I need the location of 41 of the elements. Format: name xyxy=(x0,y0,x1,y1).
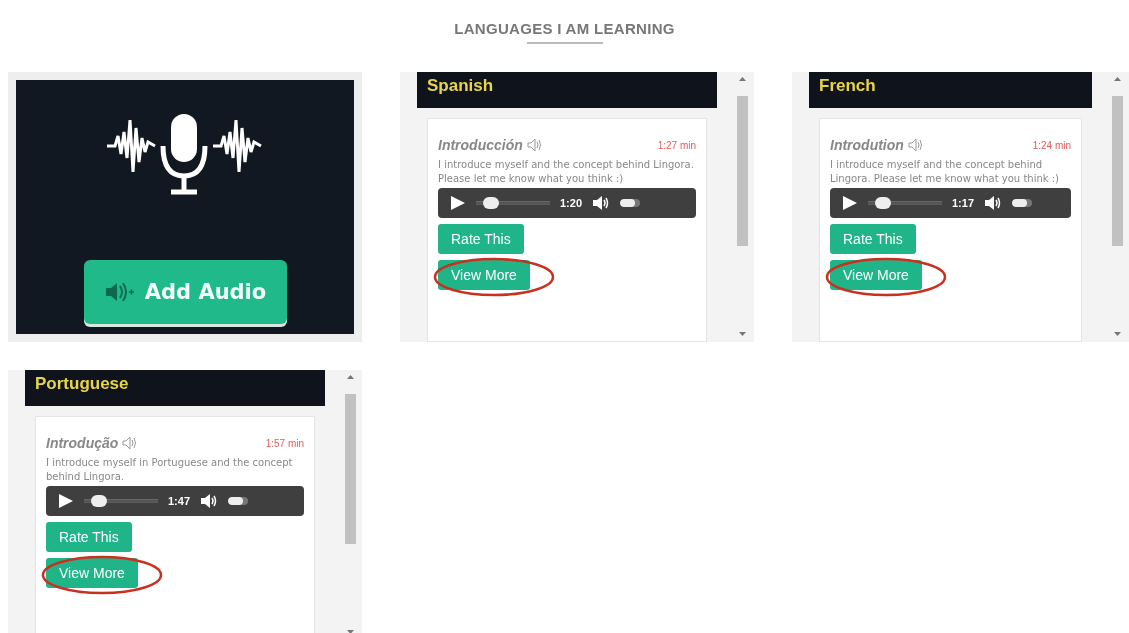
volume-slider[interactable] xyxy=(228,497,249,505)
volume-icon xyxy=(984,194,1003,212)
volume-slider[interactable] xyxy=(1012,199,1033,207)
play-icon xyxy=(450,195,466,211)
language-name: French xyxy=(809,72,1092,108)
recording-title: Introdução xyxy=(46,435,119,451)
view-more-button[interactable]: View More xyxy=(46,558,138,588)
play-button[interactable] xyxy=(58,493,74,509)
section-title: LANGUAGES I AM LEARNING xyxy=(454,20,675,37)
play-icon xyxy=(842,195,858,211)
playback-time: 1:20 xyxy=(560,197,583,209)
progress-thumb[interactable] xyxy=(874,197,891,209)
add-audio-button[interactable]: Add Audio xyxy=(83,260,287,324)
rate-this-button[interactable]: Rate This xyxy=(46,522,132,552)
rate-this-button[interactable]: Rate This xyxy=(830,224,916,254)
recording-description: I introduce myself and the concept behind Lingora. Please let me know what you think :) xyxy=(438,158,695,186)
play-icon xyxy=(58,493,74,509)
duration: 1:27 min xyxy=(657,139,696,151)
language-name: Portuguese xyxy=(25,370,325,406)
view-more-button[interactable]: View More xyxy=(830,260,922,290)
speaker-icon xyxy=(907,138,924,152)
progress-thumb[interactable] xyxy=(482,197,499,209)
progress-thumb[interactable] xyxy=(90,495,107,507)
recording-title: Introdution xyxy=(830,137,904,153)
volume-icon xyxy=(592,194,611,212)
playback-time: 1:47 xyxy=(168,495,191,507)
play-button[interactable] xyxy=(842,195,858,211)
recording-title: Introducción xyxy=(438,137,523,153)
recording-description: I introduce myself in Portuguese and the concept behind Lingora. xyxy=(46,456,294,484)
volume-slider[interactable] xyxy=(620,199,641,207)
rate-this-button[interactable]: Rate This xyxy=(438,224,524,254)
speaker-icon xyxy=(122,436,139,450)
speaker-icon xyxy=(526,138,543,152)
volume-icon xyxy=(200,492,219,510)
language-name: Spanish xyxy=(417,72,717,108)
view-more-button[interactable]: View More xyxy=(438,260,530,290)
recording-description: I introduce myself and the concept behind Lingora. Please let me know what you think :) xyxy=(830,158,1060,186)
playback-time: 1:17 xyxy=(952,197,975,209)
play-button[interactable] xyxy=(450,195,466,211)
duration: 1:24 min xyxy=(1032,139,1071,151)
duration: 1:57 min xyxy=(265,437,304,449)
